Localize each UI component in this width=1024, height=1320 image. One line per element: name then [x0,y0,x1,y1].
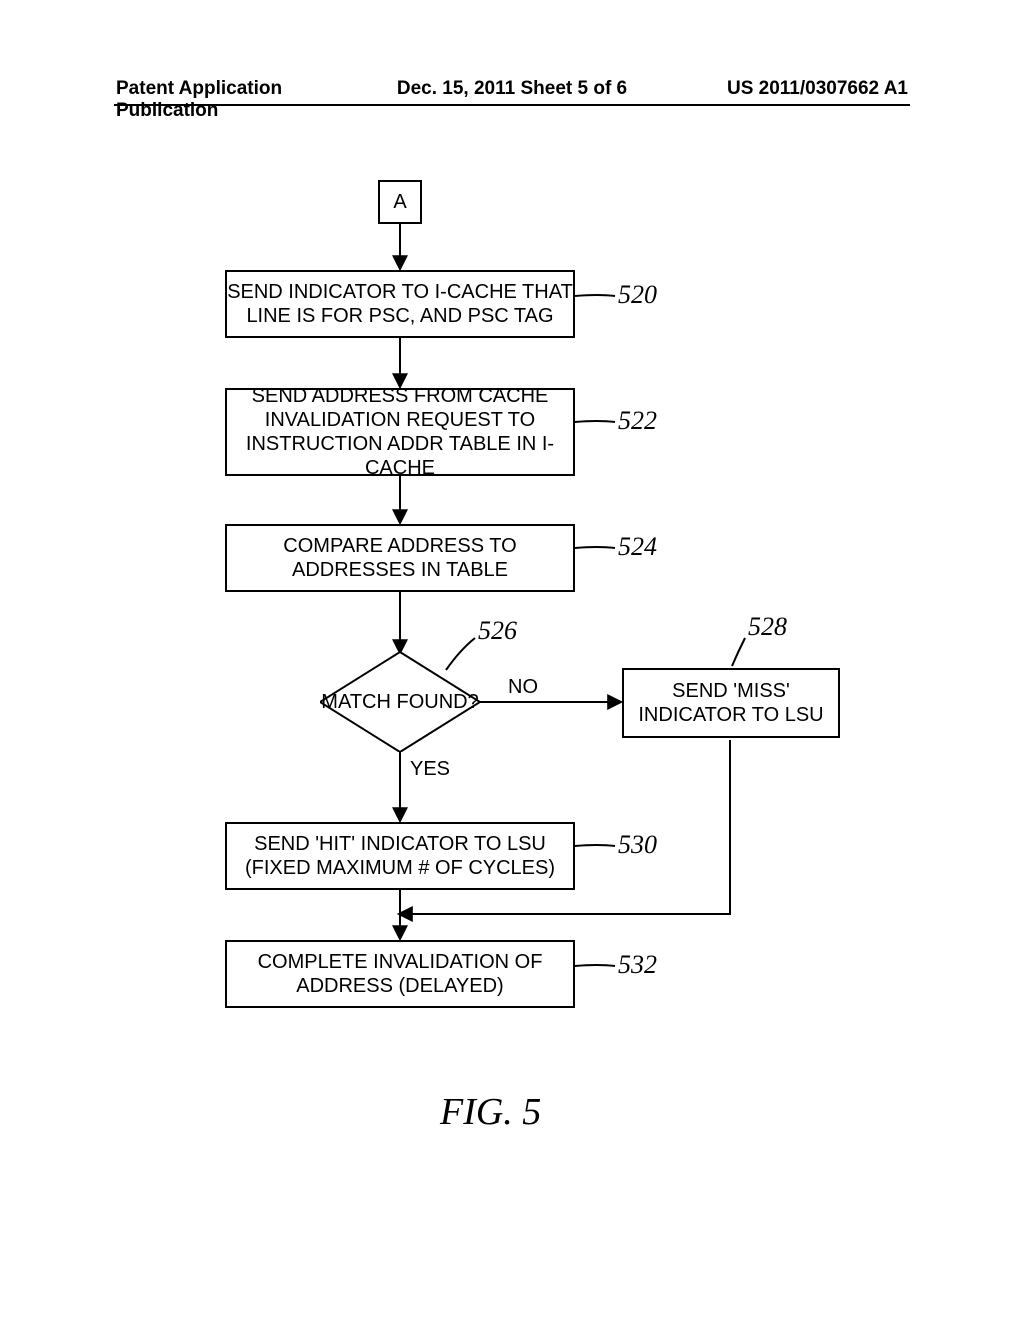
ref-532: 532 [618,950,657,980]
ref-524: 524 [618,532,657,562]
ref-520: 520 [618,280,657,310]
figure-caption: FIG. 5 [440,1090,541,1134]
step-530-text: SEND 'HIT' INDICATOR TO LSU (FIXED MAXIM… [227,832,573,880]
decision-526-match-found: MATCH FOUND? [320,652,480,752]
step-522-box: SEND ADDRESS FROM CACHE INVALIDATION REQ… [225,388,575,476]
step-532-text: COMPLETE INVALIDATION OF ADDRESS (DELAYE… [227,950,573,998]
step-524-box: COMPARE ADDRESS TO ADDRESSES IN TABLE [225,524,575,592]
step-522-text: SEND ADDRESS FROM CACHE INVALIDATION REQ… [227,384,573,480]
entry-node-a: A [378,180,422,224]
step-532-box: COMPLETE INVALIDATION OF ADDRESS (DELAYE… [225,940,575,1008]
page-header: Patent Application Publication Dec. 15, … [0,78,1024,122]
step-524-text: COMPARE ADDRESS TO ADDRESSES IN TABLE [227,534,573,582]
ref-528: 528 [748,612,787,642]
entry-node-a-label: A [393,190,406,214]
ref-522: 522 [618,406,657,436]
patent-page: Patent Application Publication Dec. 15, … [0,0,1024,1320]
header-rule [114,104,910,106]
ref-526: 526 [478,616,517,646]
step-520-text: SEND INDICATOR TO I-CACHE THAT LINE IS F… [227,280,573,328]
header-center: Dec. 15, 2011 Sheet 5 of 6 [380,78,644,122]
step-528-text: SEND 'MISS' INDICATOR TO LSU [624,679,838,727]
decision-526-text: MATCH FOUND? [320,652,480,752]
flowchart: A SEND INDICATOR TO I-CACHE THAT LINE IS… [0,160,1024,1320]
step-528-box: SEND 'MISS' INDICATOR TO LSU [622,668,840,738]
edge-no-label: NO [508,676,538,699]
step-520-box: SEND INDICATOR TO I-CACHE THAT LINE IS F… [225,270,575,338]
edge-yes-label: YES [410,758,450,781]
header-left: Patent Application Publication [116,78,380,122]
ref-530: 530 [618,830,657,860]
step-530-box: SEND 'HIT' INDICATOR TO LSU (FIXED MAXIM… [225,822,575,890]
header-right: US 2011/0307662 A1 [644,78,908,122]
